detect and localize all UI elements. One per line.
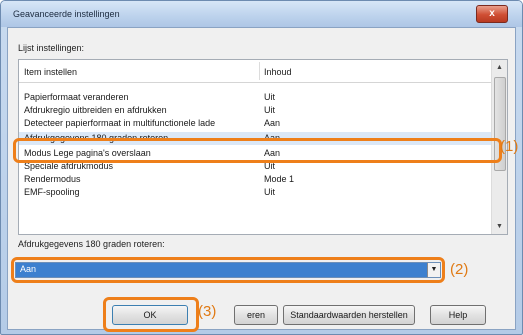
list-header: Item instellen Inhoud <box>19 60 491 83</box>
list-item[interactable]: Papierformaat veranderen Uit <box>19 91 491 104</box>
row-item: Detecteer papierformaat in multifunction… <box>24 118 216 128</box>
column-header-value[interactable]: Inhoud <box>264 67 292 77</box>
settings-list-label: Lijst instellingen: <box>18 43 85 53</box>
column-separator[interactable] <box>259 62 260 80</box>
list-item[interactable]: EMF-spooling Uit <box>19 186 491 199</box>
callout-2: (2) <box>450 261 469 278</box>
restore-defaults-button[interactable]: Standaardwaarden herstellen <box>283 305 415 325</box>
cancel-label: eren <box>246 310 265 320</box>
close-icon: x <box>489 8 495 19</box>
column-header-item[interactable]: Item instellen <box>24 67 77 77</box>
row-item: Afdrukregio uitbreiden en afdrukken <box>24 105 167 115</box>
row-value: Mode 1 <box>264 174 295 184</box>
scroll-down-icon[interactable]: ▼ <box>492 219 507 234</box>
dialog-content: Lijst instellingen: Item instellen Inhou… <box>7 27 516 330</box>
highlight-frame-2 <box>11 257 445 283</box>
callout-1: (1) <box>500 138 519 155</box>
list-item[interactable]: Rendermodus Mode 1 <box>19 173 491 186</box>
setting-label: Afdrukgegevens 180 graden roteren: <box>18 239 165 249</box>
callout-3: (3) <box>198 303 217 320</box>
row-value: Uit <box>264 105 275 115</box>
list-item[interactable]: Afdrukregio uitbreiden en afdrukken Uit <box>19 104 491 117</box>
dialog-title: Geavanceerde instellingen <box>13 9 120 19</box>
highlight-frame-1 <box>13 138 502 163</box>
help-label: Help <box>448 310 468 320</box>
help-button[interactable]: Help <box>430 305 486 325</box>
advanced-settings-dialog: Geavanceerde instellingen x Lijst instel… <box>0 0 523 335</box>
row-item: EMF-spooling <box>24 187 80 197</box>
scroll-up-icon[interactable]: ▲ <box>492 60 507 75</box>
cancel-button[interactable]: eren <box>234 305 278 325</box>
title-bar: Geavanceerde instellingen x <box>1 1 522 27</box>
row-value: Aan <box>264 118 281 128</box>
close-button[interactable]: x <box>476 5 508 23</box>
list-item[interactable]: Detecteer papierformaat in multifunction… <box>19 117 491 130</box>
row-value: Uit <box>264 92 275 102</box>
highlight-frame-3 <box>103 297 199 332</box>
row-item: Rendermodus <box>24 174 81 184</box>
row-value: Uit <box>264 187 275 197</box>
row-item: Papierformaat veranderen <box>24 92 129 102</box>
restore-defaults-label: Standaardwaarden herstellen <box>290 310 408 320</box>
